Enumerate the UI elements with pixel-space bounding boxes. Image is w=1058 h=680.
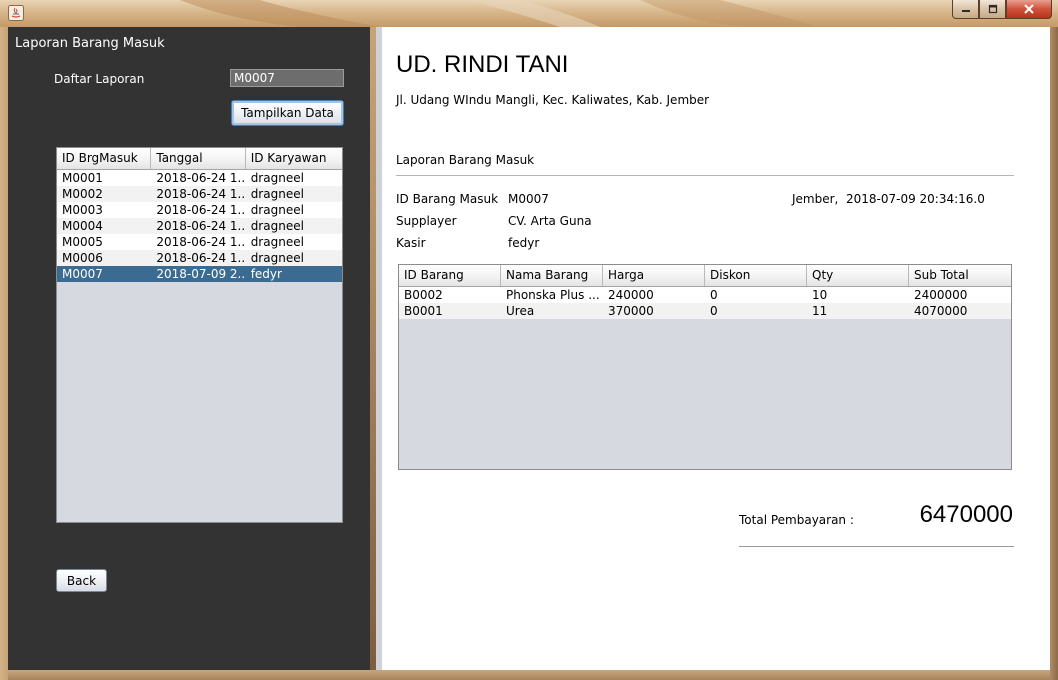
table-cell: dragneel [250,171,304,185]
table-cell: 2018-07-09 2... [156,267,246,281]
table-cell: 240000 [608,288,654,302]
id-barang-masuk-value: M0007 [508,192,549,206]
left-panel: Laporan Barang Masuk Daftar Laporan M000… [8,27,370,670]
table-row[interactable]: B0001 Urea 370000 0 11 4070000 [399,303,1011,319]
column-header-id-brgmasuk[interactable]: ID BrgMasuk [57,148,152,169]
column-header-id-karyawan[interactable]: ID Karyawan [246,148,342,169]
column-header-diskon[interactable]: Diskon [705,265,807,286]
company-name: UD. RINDI TANI [396,51,569,78]
maximize-button[interactable] [979,0,1006,19]
table-cell: 370000 [608,304,654,318]
table-cell: 2018-06-24 1... [156,235,246,249]
table-row[interactable]: M0001 2018-06-24 1... dragneel [57,170,342,186]
table-row[interactable]: M0003 2018-06-24 1... dragneel [57,202,342,218]
left-panel-title: Laporan Barang Masuk [15,36,165,51]
window-frame-bottom [8,670,1050,680]
window-title-bar[interactable] [0,0,1058,27]
table-cell: B0001 [404,304,443,318]
table-cell: 0 [710,288,718,302]
table-cell: fedyr [250,267,282,281]
column-header-nama-barang[interactable]: Nama Barang [501,265,603,286]
daftar-laporan-field[interactable]: M0007 [230,69,344,87]
table-cell: 2018-06-24 1... [156,251,246,265]
table-cell: Phonska Plus ... [506,288,600,302]
window-frame-right [1050,27,1058,680]
table-cell: M0006 [62,251,103,265]
table-row[interactable]: M0004 2018-06-24 1... dragneel [57,218,342,234]
total-pembayaran-value: 6470000 [919,501,1013,528]
table-cell: 0 [710,304,718,318]
table-row[interactable]: M0006 2018-06-24 1... dragneel [57,250,342,266]
kasir-label: Kasir [396,236,426,250]
table-cell: dragneel [250,187,304,201]
company-address: Jl. Udang WIndu Mangli, Kec. Kaliwates, … [396,93,710,107]
kasir-value: fedyr [508,236,540,250]
table-cell: M0002 [62,187,103,201]
window-frame-left [0,27,8,680]
close-button[interactable] [1006,0,1052,19]
minimize-icon [961,10,970,12]
close-icon [1024,4,1034,14]
total-pembayaran-label: Total Pembayaran : [739,513,854,527]
table-cell: dragneel [250,251,304,265]
table-cell: dragneel [250,235,304,249]
table-cell: 11 [812,304,828,318]
table-cell: M0007 [62,267,103,281]
table-cell: B0002 [404,288,443,302]
laporan-table-body: M0001 2018-06-24 1... dragneel M0002 2018-06… [57,170,342,282]
id-barang-masuk-label: ID Barang Masuk [396,192,499,206]
table-cell: 2018-06-24 1... [156,203,246,217]
table-cell: 2018-06-24 1... [156,219,246,233]
column-header-tanggal[interactable]: Tanggal [151,148,246,169]
table-row[interactable]: M0007 2018-07-09 2... fedyr [57,266,342,282]
minimize-button[interactable] [952,0,979,19]
daftar-laporan-label: Daftar Laporan [54,72,145,86]
column-header-sub-total[interactable]: Sub Total [909,265,1011,286]
column-header-qty[interactable]: Qty [807,265,909,286]
table-cell: M0004 [62,219,103,233]
detail-table-body: B0002 Phonska Plus ... 240000 0 10 2400000 B00… [399,287,1011,319]
table-cell: 2400000 [914,288,968,302]
column-header-id-barang[interactable]: ID Barang [399,265,501,286]
table-cell: M0003 [62,203,103,217]
report-panel: UD. RINDI TANI Jl. Udang WIndu Mangli, K… [376,27,1050,670]
report-title: Laporan Barang Masuk [396,153,535,167]
table-row[interactable]: B0002 Phonska Plus ... 240000 0 10 2400000 [399,287,1011,303]
table-cell: 10 [812,288,828,302]
table-cell: Urea [506,304,535,318]
java-app-icon[interactable] [8,5,24,21]
detail-table-header: ID Barang Nama Barang Harga Diskon Qty S… [399,265,1011,287]
back-button[interactable]: Back [56,569,107,592]
table-row[interactable]: M0005 2018-06-24 1... dragneel [57,234,342,250]
table-cell: M0005 [62,235,103,249]
table-cell: M0001 [62,171,103,185]
table-cell: dragneel [250,219,304,233]
total-divider [739,546,1014,547]
table-cell: 2018-06-24 1... [156,171,246,185]
report-date: Jember, 2018-07-09 20:34:16.0 [792,192,985,206]
table-cell: 2018-06-24 1... [156,187,246,201]
column-header-harga[interactable]: Harga [603,265,705,286]
table-cell: dragneel [250,203,304,217]
laporan-table-header: ID BrgMasuk Tanggal ID Karyawan [57,148,342,170]
laporan-table[interactable]: ID BrgMasuk Tanggal ID Karyawan M0001 201… [56,147,343,523]
divider [396,175,1014,176]
supplier-label: Supplayer [396,214,457,228]
title-bar-background [0,0,1058,27]
detail-table[interactable]: ID Barang Nama Barang Harga Diskon Qty S… [398,264,1012,470]
supplier-value: CV. Arta Guna [508,214,592,228]
tampilkan-data-button[interactable]: Tampilkan Data [231,100,344,126]
maximize-icon [988,4,997,14]
table-cell: 4070000 [914,304,968,318]
table-row[interactable]: M0002 2018-06-24 1... dragneel [57,186,342,202]
